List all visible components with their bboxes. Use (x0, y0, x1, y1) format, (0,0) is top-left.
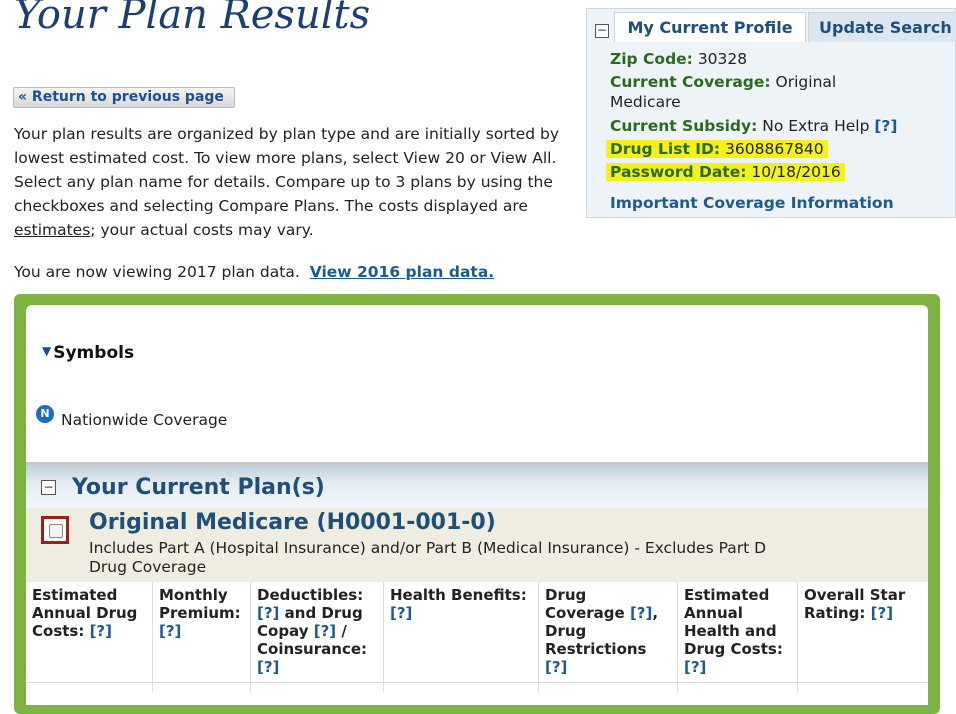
current-coverage-label: Current Coverage: (610, 73, 771, 91)
help-link[interactable]: [?] (545, 658, 567, 676)
header-estimated-annual-drug-costs: Estimated Annual Drug Costs: (32, 586, 138, 640)
nationwide-coverage-label: Nationwide Coverage (61, 411, 228, 429)
help-link[interactable]: [?] (257, 604, 279, 622)
viewing-year-notice: You are now viewing 2017 plan data. View … (14, 263, 494, 281)
drug-list-id-label: Drug List ID: (610, 140, 721, 158)
col-overall-star-rating: Overall Star Rating: [?] (798, 582, 928, 692)
header-monthly-premium: Monthly Premium: (159, 586, 241, 622)
view-2016-plan-data-link[interactable]: View 2016 plan data. (310, 263, 494, 281)
subsidy-help-link[interactable]: [?] (874, 117, 897, 135)
zip-code-value: 30328 (697, 50, 748, 68)
help-link[interactable]: [?] (90, 622, 112, 640)
help-link[interactable]: [?] (871, 604, 893, 622)
current-plans-title: Your Current Plan(s) (72, 475, 325, 500)
password-date-value: 10/18/2016 (751, 163, 841, 181)
current-coverage-value: Original (775, 73, 837, 91)
zip-code-row: Zip Code: 30328 (610, 50, 747, 68)
current-coverage-row: Current Coverage: Original (610, 73, 836, 91)
help-link[interactable]: [?] (630, 604, 652, 622)
password-date-row: Password Date: 10/18/2016 (606, 163, 845, 181)
help-link[interactable]: [?] (257, 658, 279, 676)
col-estimated-annual-drug-costs: Estimated Annual Drug Costs: [?] (26, 582, 153, 692)
return-to-previous-page-button[interactable]: « Return to previous page (13, 87, 235, 108)
header-health-benefits: Health Benefits: (390, 586, 527, 604)
col-drug-coverage: Drug Coverage [?], Drug Restrictions [?] (539, 582, 678, 692)
help-link[interactable]: [?] (159, 622, 181, 640)
drug-list-id-row: Drug List ID: 3608867840 (606, 140, 828, 158)
col-deductibles: Deductibles: [?] and Drug Copay [?] / Co… (251, 582, 384, 692)
profile-collapse-toggle[interactable]: − (595, 24, 609, 38)
header-deductibles: Deductibles: (257, 586, 364, 604)
estimates-link[interactable]: estimates (14, 221, 90, 239)
viewing-year-text: You are now viewing 2017 plan data. (14, 263, 300, 281)
plan-description: Includes Part A (Hospital Insurance) and… (89, 539, 767, 576)
plan-name-link[interactable]: Original Medicare (H0001-001-0) (89, 510, 496, 535)
help-link[interactable]: [?] (314, 622, 336, 640)
important-coverage-information-link[interactable]: Important Coverage Information (610, 194, 894, 212)
header-drug-coverage: Drug Coverage (545, 586, 625, 622)
col-health-benefits: Health Benefits: [?] (384, 582, 539, 692)
tab-update-search[interactable]: Update Search (808, 12, 956, 42)
tab-my-current-profile[interactable]: My Current Profile (614, 12, 806, 42)
intro-text-part1: Your plan results are organized by plan … (14, 125, 560, 215)
caret-down-icon: ▼ (42, 344, 52, 358)
current-subsidy-value: No Extra Help (762, 117, 870, 135)
help-link[interactable]: [?] (390, 604, 412, 622)
header-estimated-annual-health-drug-costs: Estimated Annual Health and Drug Costs: (684, 586, 783, 658)
drug-list-id-value: 3608867840 (725, 140, 824, 158)
compare-plan-checkbox[interactable] (49, 524, 63, 538)
table-row-divider (26, 682, 928, 693)
current-coverage-value-line2: Medicare (610, 93, 681, 111)
intro-text: Your plan results are organized by plan … (14, 122, 574, 242)
intro-text-part2: ; your actual costs may vary. (90, 221, 314, 239)
current-subsidy-label: Current Subsidy: (610, 117, 758, 135)
zip-code-label: Zip Code: (610, 50, 693, 68)
help-link[interactable]: [?] (684, 658, 706, 676)
nationwide-coverage-icon: N (36, 405, 54, 423)
password-date-label: Password Date: (610, 163, 747, 181)
compare-plan-checkbox-highlight (41, 516, 69, 544)
col-estimated-annual-health-drug-costs: Estimated Annual Health and Drug Costs: … (678, 582, 798, 692)
symbols-toggle[interactable]: ▼ Symbols (42, 343, 134, 363)
col-monthly-premium: Monthly Premium: [?] (153, 582, 251, 692)
page-title: Your Plan Results (14, 0, 371, 38)
current-plans-collapse-toggle[interactable]: − (41, 480, 56, 495)
current-subsidy-row: Current Subsidy: No Extra Help [?] (610, 117, 898, 135)
plan-details-table: Estimated Annual Drug Costs: [?] Monthly… (26, 582, 928, 692)
symbols-title: Symbols (53, 343, 135, 363)
